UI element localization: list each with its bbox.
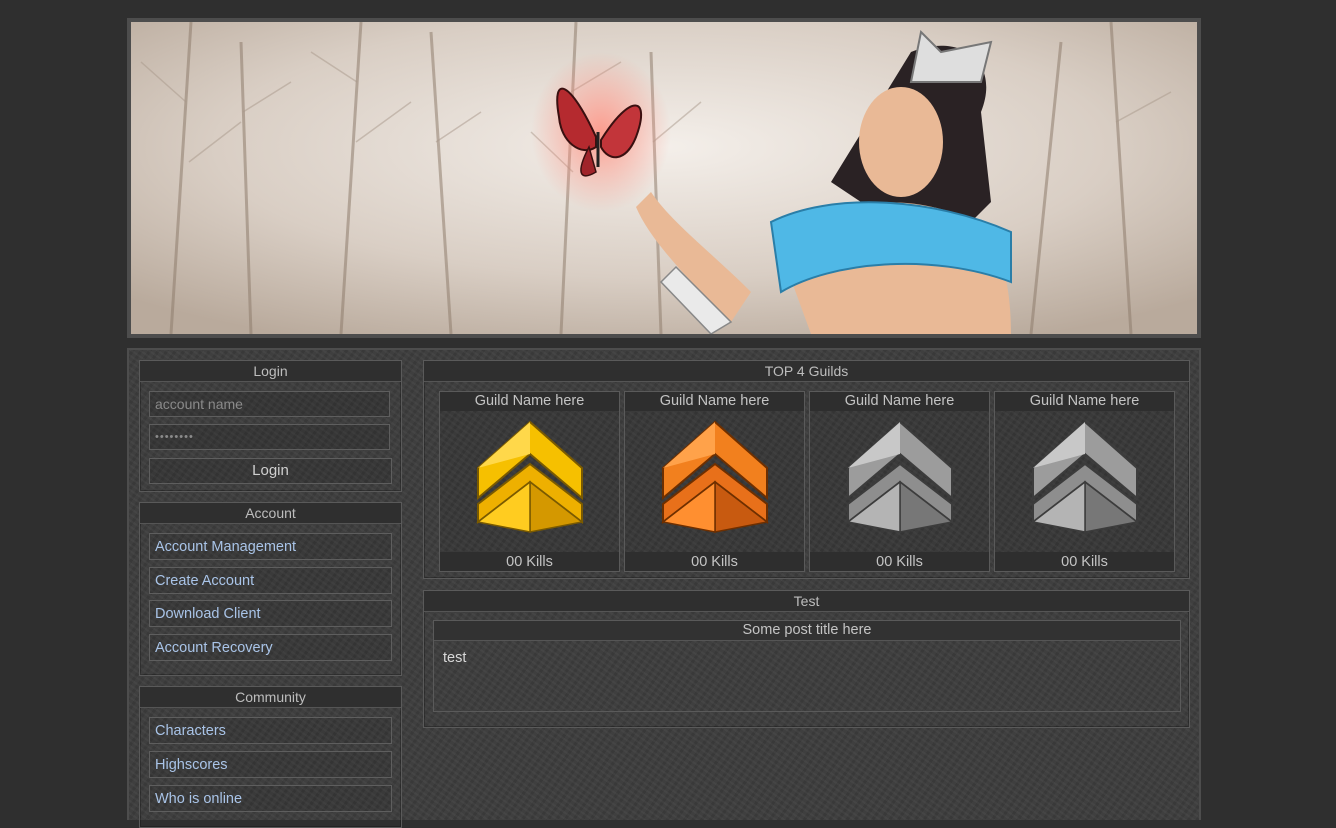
characters-link[interactable]: Characters (149, 717, 392, 744)
guild-card[interactable]: Guild Name here 00 Kills (809, 391, 990, 572)
guild-name: Guild Name here (440, 392, 619, 411)
highscores-link[interactable]: Highscores (149, 751, 392, 778)
account-box: Account Account Management Create Accoun… (139, 502, 402, 676)
guild-kills: 00 Kills (440, 552, 619, 571)
top-guilds-box: TOP 4 Guilds Guild Name here 00 Kills Gu… (423, 360, 1190, 579)
guild-kills: 00 Kills (625, 552, 804, 571)
account-name-input[interactable] (149, 391, 390, 417)
gold-chevron-emblem-icon (476, 420, 584, 533)
post-title: Some post title here (434, 621, 1180, 641)
top-guilds-title: TOP 4 Guilds (424, 361, 1189, 382)
guild-name: Guild Name here (625, 392, 804, 411)
login-box: Login Login (139, 360, 402, 492)
post-body: test (443, 650, 467, 666)
guild-name: Guild Name here (810, 392, 989, 411)
news-box: Test Some post title here test (423, 590, 1190, 728)
guild-kills: 00 Kills (995, 552, 1174, 571)
download-client-link[interactable]: Download Client (149, 600, 392, 627)
guild-name: Guild Name here (995, 392, 1174, 411)
silver-chevron-emblem-icon (1031, 420, 1139, 533)
community-box: Community Characters Highscores Who is o… (139, 686, 402, 828)
orange-chevron-emblem-icon (661, 420, 769, 533)
main-content-panel: Login Login Account Account Management C… (127, 348, 1201, 828)
community-box-title: Community (140, 687, 401, 708)
account-management-link[interactable]: Account Management (149, 533, 392, 560)
login-button[interactable]: Login (149, 458, 392, 484)
account-recovery-link[interactable]: Account Recovery (149, 634, 392, 661)
news-box-title: Test (424, 591, 1189, 612)
news-post: Some post title here test (433, 620, 1181, 712)
guild-card[interactable]: Guild Name here 00 Kills (624, 391, 805, 572)
login-box-title: Login (140, 361, 401, 382)
account-box-title: Account (140, 503, 401, 524)
who-is-online-link[interactable]: Who is online (149, 785, 392, 812)
guild-kills: 00 Kills (810, 552, 989, 571)
guild-card[interactable]: Guild Name here 00 Kills (994, 391, 1175, 572)
silver-chevron-emblem-icon (846, 420, 954, 533)
guild-card[interactable]: Guild Name here 00 Kills (439, 391, 620, 572)
create-account-link[interactable]: Create Account (149, 567, 392, 594)
header-banner (127, 18, 1201, 338)
banner-illustration (131, 22, 1197, 334)
password-input[interactable] (149, 424, 390, 450)
